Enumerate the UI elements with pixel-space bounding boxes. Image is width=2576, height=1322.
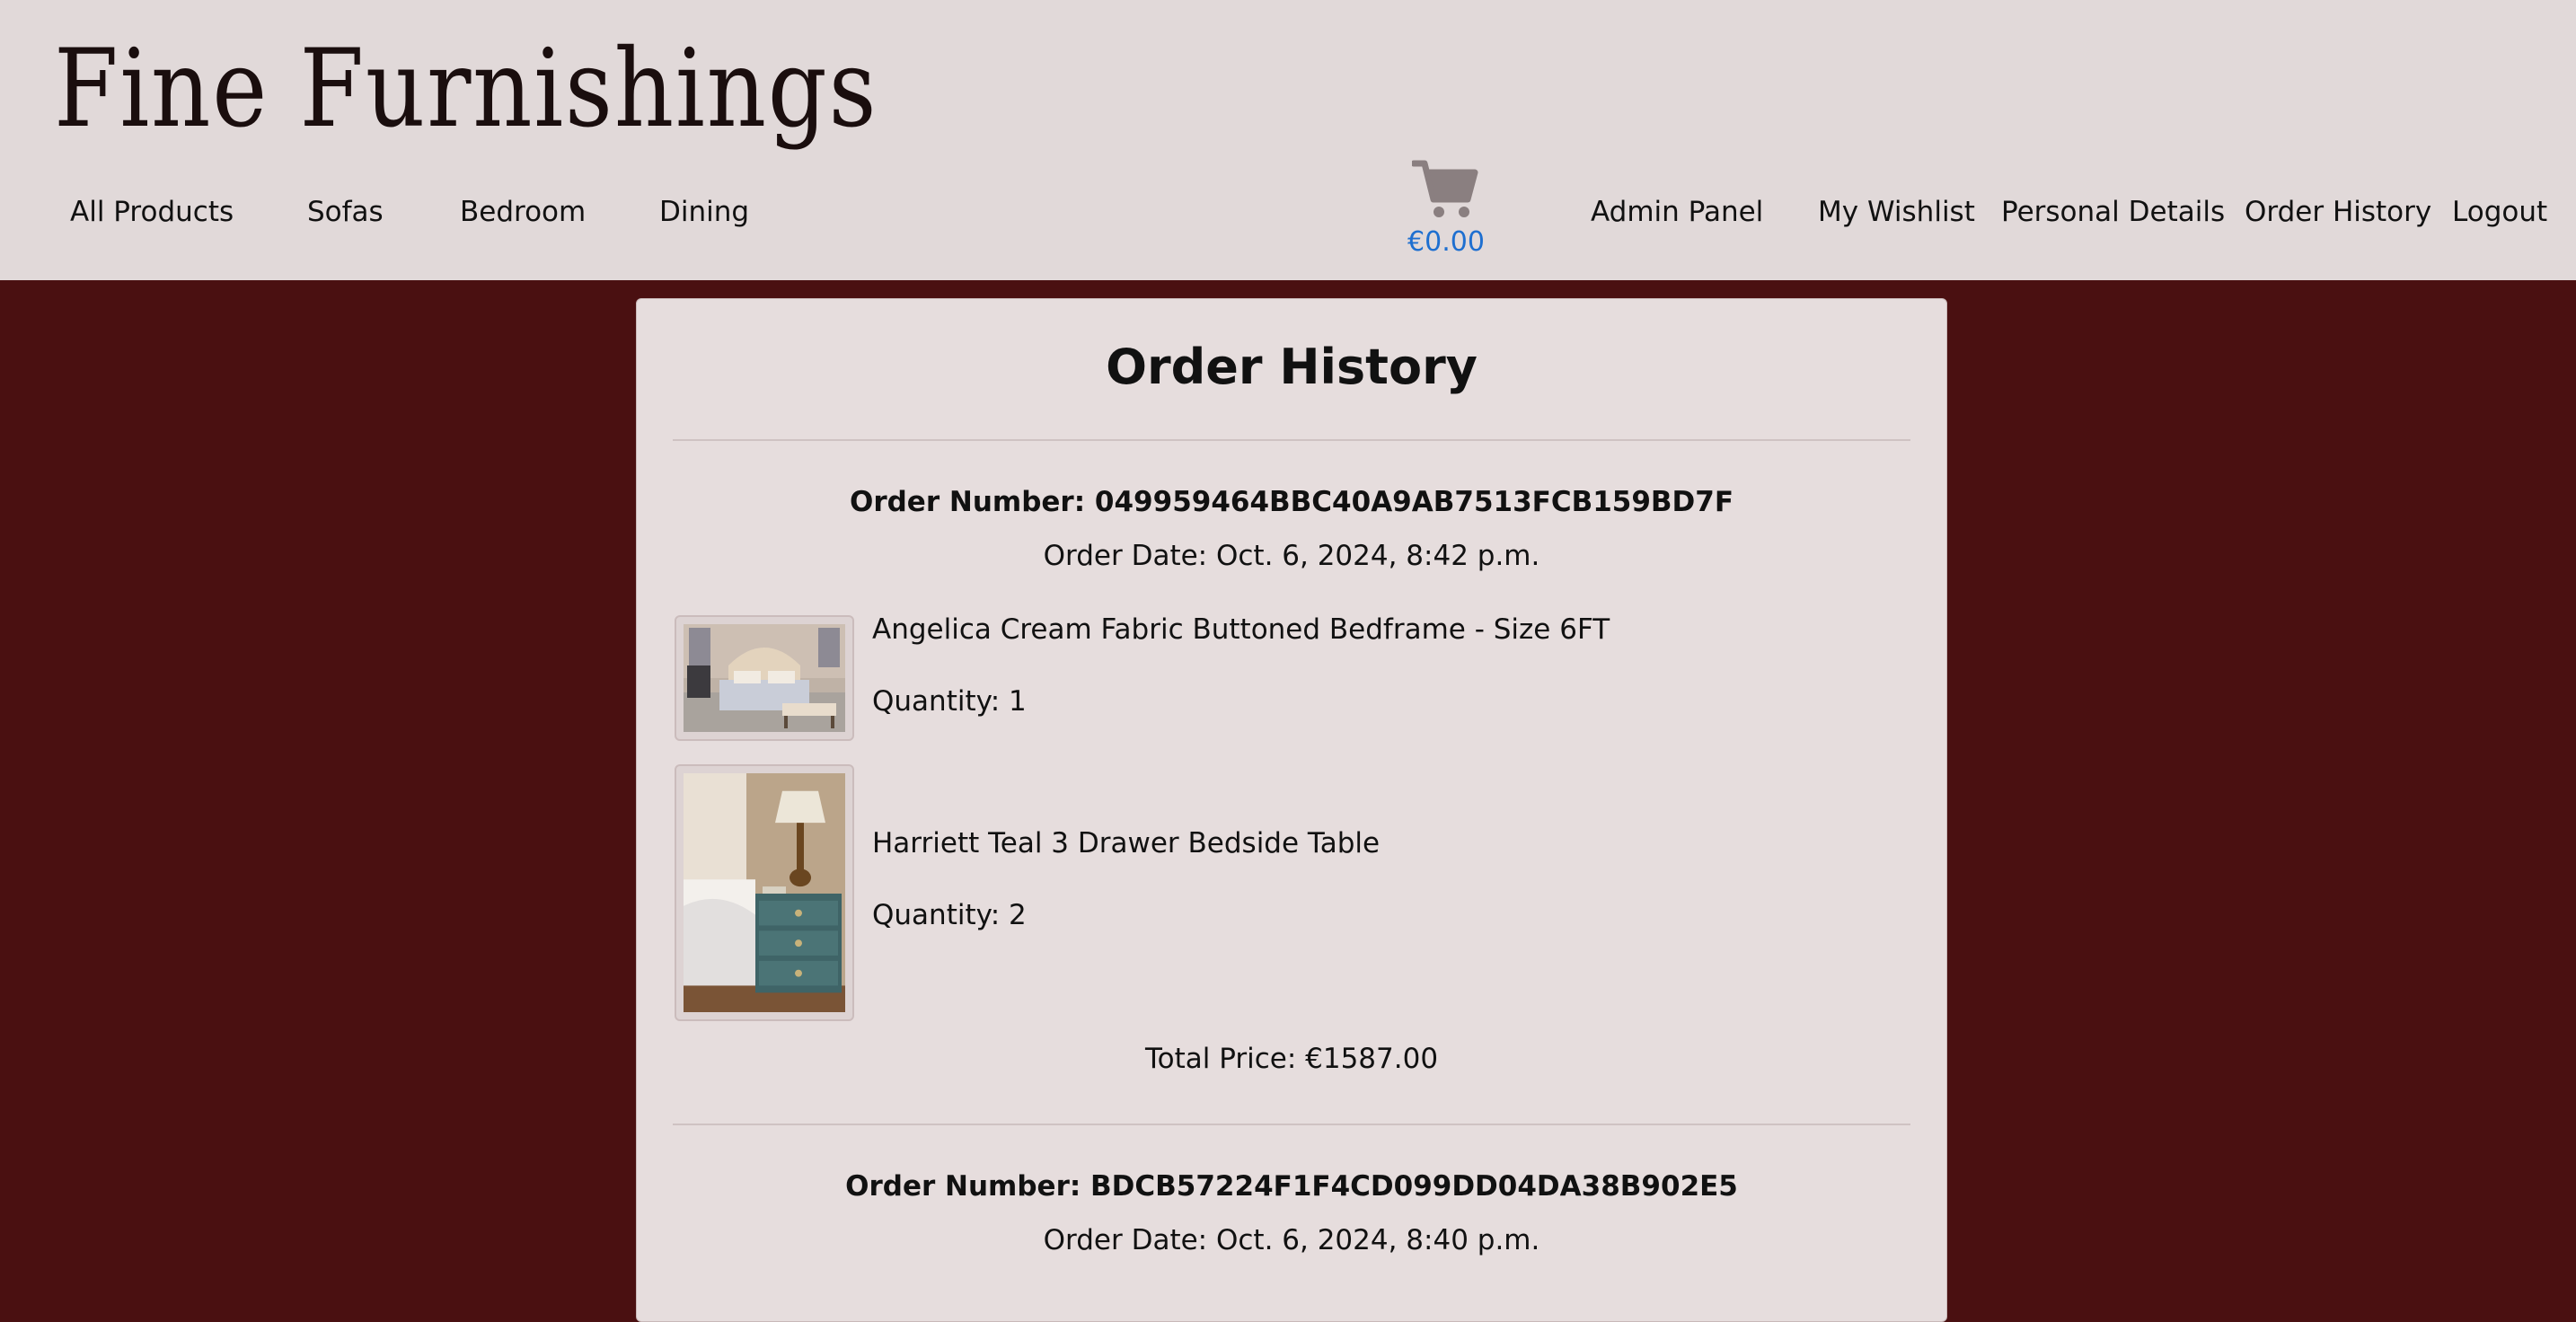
divider <box>673 1124 1910 1125</box>
nav-admin-panel[interactable]: Admin Panel <box>1591 196 1763 228</box>
cart-icon <box>1401 158 1491 221</box>
item-name[interactable]: Harriett Teal 3 Drawer Bedside Table <box>872 827 1380 859</box>
order-total: Total Price: €1587.00 <box>1144 1043 1439 1075</box>
order-history-card: Order History Order Number: 049959464BBC… <box>636 298 1947 1322</box>
nav-personal-details[interactable]: Personal Details <box>2001 196 2225 228</box>
site-header: Fine Furnishings All Products Sofas Bedr… <box>0 0 2576 280</box>
nav-logout[interactable]: Logout <box>2452 196 2547 228</box>
nav-all-products[interactable]: All Products <box>70 196 234 228</box>
order-date: Order Date: Oct. 6, 2024, 8:40 p.m. <box>1043 1224 1540 1256</box>
item-quantity: Quantity: 2 <box>872 899 1027 931</box>
nav-dining[interactable]: Dining <box>659 196 749 228</box>
nav-order-history[interactable]: Order History <box>2245 196 2431 228</box>
cart-button[interactable]: €0.00 <box>1401 158 1491 258</box>
nav-my-wishlist[interactable]: My Wishlist <box>1818 196 1975 228</box>
brand-logo[interactable]: Fine Furnishings <box>54 27 878 152</box>
nav-bedroom[interactable]: Bedroom <box>460 196 586 228</box>
item-name[interactable]: Angelica Cream Fabric Buttoned Bedframe … <box>872 613 1610 646</box>
product-thumbnail-bedframe[interactable] <box>675 615 854 741</box>
order-date: Order Date: Oct. 6, 2024, 8:42 p.m. <box>1043 540 1540 572</box>
order-number: Order Number: BDCB57224F1F4CD099DD04DA38… <box>845 1170 1738 1203</box>
cart-total: €0.00 <box>1407 226 1485 258</box>
bedside-table-photo <box>684 773 845 1012</box>
product-thumbnail-bedside-table[interactable] <box>675 764 854 1021</box>
order-number: Order Number: 049959464BBC40A9AB7513FCB1… <box>849 486 1734 518</box>
nav-sofas[interactable]: Sofas <box>307 196 384 228</box>
item-quantity: Quantity: 1 <box>872 685 1027 718</box>
divider <box>673 439 1910 441</box>
bedframe-photo <box>684 624 845 732</box>
page-title: Order History <box>1106 339 1478 395</box>
